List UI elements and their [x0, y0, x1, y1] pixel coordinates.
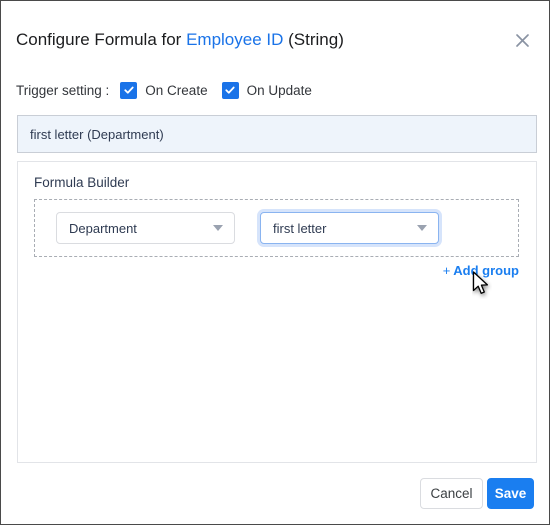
dialog-footer: Cancel Save: [1, 473, 549, 524]
formula-preview: first letter (Department): [17, 115, 537, 153]
configure-formula-dialog: Configure Formula for Employee ID (Strin…: [0, 0, 550, 525]
close-icon[interactable]: [511, 29, 533, 51]
add-group-label: Add group: [453, 263, 519, 278]
chevron-down-icon: [417, 225, 427, 231]
checkbox-on-update-label: On Update: [246, 82, 312, 98]
add-group-button[interactable]: + Add group: [443, 263, 519, 278]
plus-icon: +: [442, 263, 451, 278]
trigger-setting-row: Trigger setting : On Create On Update: [16, 80, 326, 100]
page-title: Configure Formula for Employee ID (Strin…: [16, 30, 344, 50]
formula-builder-title: Formula Builder: [34, 175, 130, 190]
title-field-name: Employee ID: [186, 30, 284, 49]
title-prefix: Configure Formula for: [16, 30, 187, 49]
field-select[interactable]: Department: [56, 212, 235, 244]
function-select[interactable]: first letter: [260, 212, 439, 244]
checkbox-on-create-label: On Create: [145, 82, 208, 98]
formula-builder-panel: Formula Builder Department first letter …: [17, 161, 537, 463]
checkbox-on-update[interactable]: [221, 81, 239, 99]
checkbox-on-create[interactable]: [120, 81, 138, 99]
title-suffix: (String): [283, 30, 344, 49]
chevron-down-icon: [213, 225, 223, 231]
cancel-button[interactable]: Cancel: [420, 478, 483, 509]
formula-preview-text: first letter (Department): [30, 126, 164, 142]
trigger-setting-label: Trigger setting :: [16, 82, 110, 98]
save-button[interactable]: Save: [487, 478, 534, 509]
dialog-header: Configure Formula for Employee ID (Strin…: [1, 1, 549, 67]
function-select-value: first letter: [273, 220, 327, 236]
formula-group-row: Department first letter: [34, 199, 519, 257]
field-select-value: Department: [69, 220, 137, 236]
trigger-option-on-update[interactable]: On Update: [221, 81, 312, 99]
trigger-option-on-create[interactable]: On Create: [120, 81, 208, 99]
